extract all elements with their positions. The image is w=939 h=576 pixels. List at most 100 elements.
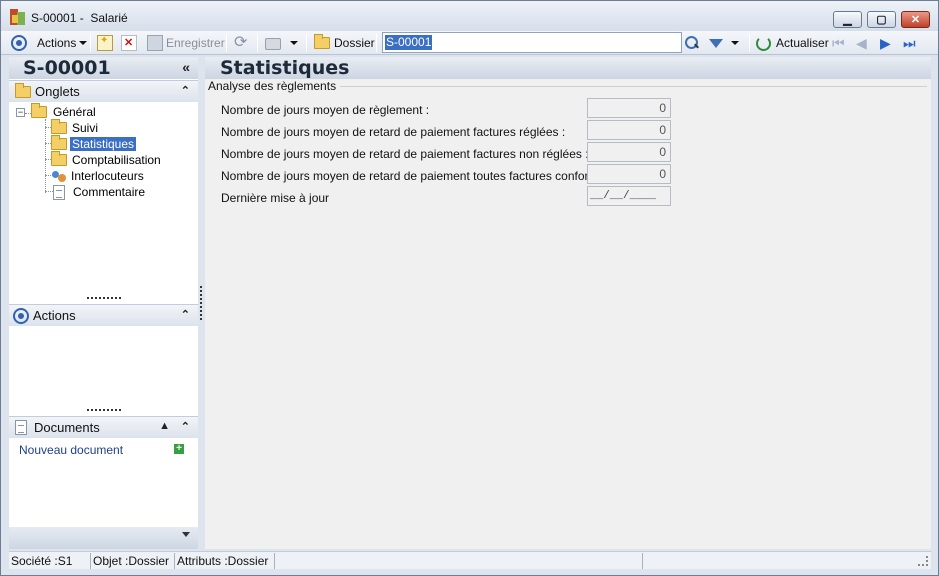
tabs-section-label: Onglets bbox=[35, 84, 80, 99]
documents-section-header[interactable]: Documents ▲ ⌃ bbox=[9, 416, 198, 438]
refresh-label: Actualiser bbox=[776, 36, 829, 50]
page-header: Statistiques bbox=[205, 57, 931, 79]
new-document-link[interactable]: Nouveau document bbox=[19, 443, 123, 457]
tree-item-commentaire[interactable]: Commentaire bbox=[53, 184, 147, 200]
tabs-section-header[interactable]: Onglets ⌃ bbox=[9, 80, 198, 102]
last-icon: ⏭ bbox=[903, 35, 916, 51]
tree-expander[interactable]: − bbox=[16, 108, 25, 117]
status-bar: Société :S1 Objet :Dossier Attributs :Do… bbox=[9, 551, 931, 569]
tree-item-label: Interlocuteurs bbox=[71, 169, 144, 183]
save-icon bbox=[147, 35, 163, 51]
delete-icon bbox=[121, 35, 137, 51]
chevron-down-icon bbox=[79, 41, 88, 45]
left-panel: S-00001 « Onglets ⌃ − Général Suivi Stat… bbox=[9, 57, 198, 549]
refresh-button[interactable]: Actualiser bbox=[756, 34, 829, 52]
previous-icon: ◀ bbox=[856, 35, 867, 51]
filter-icon bbox=[709, 38, 723, 48]
next-icon: ▶ bbox=[880, 35, 891, 51]
chevron-down-icon bbox=[731, 41, 739, 45]
sync-icon bbox=[233, 32, 249, 52]
avg-delay-unpaid-field: 0 bbox=[587, 142, 671, 162]
app-icon bbox=[10, 9, 26, 25]
toolbar-separator bbox=[749, 34, 750, 52]
title-bar: S-00001 - Salarié ▁ ▢ ✕ bbox=[1, 1, 938, 31]
tree-item-label: Suivi bbox=[72, 121, 99, 135]
minimize-button[interactable]: ▁ bbox=[833, 11, 862, 28]
folder-icon bbox=[51, 119, 67, 134]
close-icon: ✕ bbox=[910, 14, 921, 26]
save-label: Enregistrer bbox=[166, 36, 225, 50]
toolbar-separator bbox=[226, 34, 227, 52]
resize-grip-icon[interactable] bbox=[918, 556, 928, 566]
collapse-up-icon[interactable]: ⌃ bbox=[181, 308, 190, 321]
search-icon bbox=[685, 36, 699, 50]
previous-record-button[interactable]: ◀ bbox=[856, 34, 867, 52]
folder-label: Dossier bbox=[334, 36, 375, 50]
contacts-icon bbox=[51, 169, 67, 183]
field-label: Nombre de jours moyen de retard de paiem… bbox=[221, 147, 589, 161]
last-record-button[interactable]: ⏭ bbox=[903, 34, 916, 52]
folder-icon bbox=[31, 103, 47, 118]
tree-item-interlocuteurs[interactable]: Interlocuteurs bbox=[51, 168, 146, 184]
delete-button[interactable] bbox=[121, 34, 137, 52]
toolbar-separator bbox=[257, 34, 258, 52]
document-icon bbox=[53, 184, 65, 200]
collapse-up-icon[interactable]: ⌃ bbox=[181, 84, 190, 97]
print-icon bbox=[265, 38, 281, 50]
tree-item-statistiques[interactable]: Statistiques bbox=[51, 135, 137, 152]
toolbar-separator bbox=[376, 34, 377, 52]
maximize-button[interactable]: ▢ bbox=[867, 11, 896, 28]
record-id: S-00001 bbox=[23, 57, 111, 79]
minimize-icon: ▁ bbox=[843, 14, 852, 26]
collapse-up-icon[interactable]: ⌃ bbox=[181, 420, 190, 433]
folder-icon bbox=[15, 82, 31, 98]
print-button[interactable] bbox=[265, 34, 298, 52]
status-attributes: Attributs :Dossier bbox=[175, 553, 275, 569]
avg-delay-paid-field: 0 bbox=[587, 120, 671, 140]
filter-button[interactable] bbox=[709, 34, 739, 52]
actions-section-header[interactable]: Actions ⌃ bbox=[9, 304, 198, 326]
new-button[interactable] bbox=[97, 34, 113, 52]
tree-item-general[interactable]: Général bbox=[31, 103, 98, 120]
splitter-grip[interactable] bbox=[87, 297, 121, 299]
window-title: S-00001 - Salarié bbox=[31, 11, 128, 25]
folder-icon bbox=[314, 34, 330, 49]
actions-menu-button[interactable]: Actions bbox=[11, 34, 88, 52]
tree-item-comptabilisation[interactable]: Comptabilisation bbox=[51, 151, 163, 168]
chevron-down-icon bbox=[290, 41, 298, 45]
documents-section-label: Documents bbox=[34, 420, 100, 435]
status-empty bbox=[275, 553, 643, 569]
group-title: Analyse des règlements bbox=[208, 79, 341, 93]
folder-button[interactable]: Dossier bbox=[314, 34, 375, 52]
search-input[interactable]: S-00001 bbox=[382, 32, 682, 53]
field-label: Dernière mise à jour bbox=[221, 191, 330, 205]
status-object: Objet :Dossier bbox=[91, 553, 175, 569]
tree-item-suivi[interactable]: Suivi bbox=[51, 119, 100, 136]
tree-line bbox=[45, 191, 53, 192]
chevron-down-icon[interactable] bbox=[182, 532, 190, 537]
sync-button[interactable] bbox=[233, 32, 249, 52]
field-label: Nombre de jours moyen de retard de paiem… bbox=[221, 169, 624, 183]
first-record-button[interactable]: ⏮ bbox=[832, 34, 845, 52]
first-icon: ⏮ bbox=[832, 35, 845, 51]
app-window: S-00001 - Salarié ▁ ▢ ✕ Actions Enregist… bbox=[0, 0, 939, 576]
close-button[interactable]: ✕ bbox=[901, 11, 930, 28]
splitter-grip[interactable] bbox=[87, 409, 121, 411]
collapse-panel-button[interactable]: « bbox=[182, 59, 190, 75]
scroll-up-icon[interactable]: ▲ bbox=[159, 420, 170, 432]
next-record-button[interactable]: ▶ bbox=[880, 34, 891, 52]
add-document-icon[interactable]: + bbox=[174, 444, 184, 454]
folder-open-icon bbox=[51, 135, 67, 150]
field-label: Nombre de jours moyen de retard de paiem… bbox=[221, 125, 566, 139]
vertical-splitter[interactable] bbox=[200, 286, 202, 320]
page-title: Statistiques bbox=[220, 57, 350, 79]
actions-label: Actions bbox=[37, 36, 77, 50]
actions-section-label: Actions bbox=[33, 308, 76, 323]
status-company: Société :S1 bbox=[9, 553, 91, 569]
maximize-icon: ▢ bbox=[876, 14, 887, 26]
save-button[interactable]: Enregistrer bbox=[147, 34, 225, 52]
left-panel-footer bbox=[9, 527, 198, 549]
search-button[interactable] bbox=[685, 34, 699, 52]
toolbar-separator bbox=[306, 34, 307, 52]
main-panel: Statistiques Analyse des règlements Nomb… bbox=[205, 57, 931, 549]
